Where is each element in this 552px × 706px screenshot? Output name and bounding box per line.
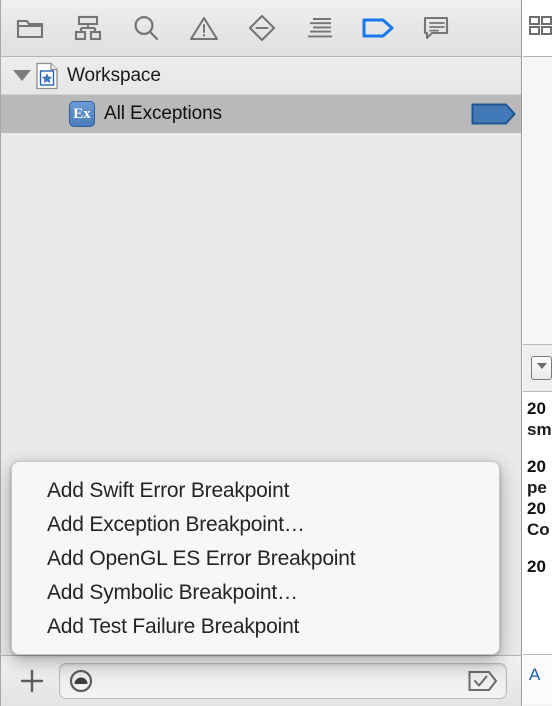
console-footer-edge: A (523, 654, 552, 704)
breakpoint-navigator-button[interactable] (349, 0, 407, 56)
debug-list-icon (305, 16, 335, 40)
folder-icon (16, 16, 44, 40)
menu-item-add-test-failure-breakpoint[interactable]: Add Test Failure Breakpoint (12, 610, 499, 644)
console-line-spacer (525, 440, 552, 456)
add-breakpoint-context-menu[interactable]: Add Swift Error Breakpoint Add Exception… (11, 461, 500, 655)
navigator-filter-bar (0, 655, 521, 706)
menu-item-add-opengl-es-error-breakpoint[interactable]: Add OpenGL ES Error Breakpoint (12, 542, 499, 576)
issue-navigator-button[interactable] (175, 0, 233, 56)
find-navigator-button[interactable] (117, 0, 175, 56)
console-line: 20 (527, 399, 546, 418)
console-line: sm (527, 420, 552, 439)
outline-item-label: All Exceptions (104, 103, 222, 124)
console-footer-text: A (529, 665, 541, 684)
menu-item-add-symbolic-breakpoint[interactable]: Add Symbolic Breakpoint… (12, 576, 499, 610)
assistant-editor-icon[interactable] (529, 15, 552, 42)
breakpoint-filter-field[interactable] (59, 663, 507, 699)
outline-group-label: Workspace (67, 64, 161, 86)
menu-item-add-exception-breakpoint[interactable]: Add Exception Breakpoint… (12, 508, 499, 542)
menu-item-add-swift-error-breakpoint[interactable]: Add Swift Error Breakpoint (12, 474, 499, 508)
debug-navigator-button[interactable] (291, 0, 349, 56)
console-line: 20 (527, 499, 546, 518)
workspace-document-icon (35, 62, 59, 90)
console-line: Co (527, 520, 550, 539)
breakpoint-arrow-icon (361, 16, 395, 40)
console-output-edge[interactable]: 20 sm 20 pe 20 Co 20 (523, 392, 552, 654)
console-line: 20 (527, 457, 546, 476)
menu-item-label: Add Swift Error Breakpoint (47, 479, 290, 502)
speech-bubble-icon (422, 15, 450, 41)
report-navigator-button[interactable] (407, 0, 465, 56)
enabled-breakpoints-filter-icon[interactable] (468, 670, 498, 692)
menu-item-label: Add Symbolic Breakpoint… (47, 581, 298, 604)
editor-toolbar-edge (523, 0, 552, 57)
menu-item-label: Add Exception Breakpoint… (47, 513, 305, 536)
symbol-navigator-button[interactable] (59, 0, 117, 56)
test-navigator-button[interactable] (233, 0, 291, 56)
diamond-minus-icon (247, 13, 277, 43)
app-window: Workspace Ex All Exceptions 20 sm 20 pe … (0, 0, 552, 706)
editor-content-edge (523, 57, 552, 345)
disclosure-triangle-icon[interactable] (11, 57, 33, 95)
console-line: 20 (527, 557, 546, 576)
warning-triangle-icon (189, 15, 219, 42)
console-scope-popup[interactable] (531, 356, 552, 380)
outline-group-workspace[interactable]: Workspace (1, 57, 521, 95)
console-line: pe (527, 478, 547, 497)
breakpoint-filter-icon[interactable] (68, 668, 94, 694)
breakpoint-enabled-marker[interactable] (471, 102, 517, 126)
hierarchy-icon (74, 15, 102, 41)
project-navigator-button[interactable] (1, 0, 59, 56)
search-icon (132, 14, 160, 42)
navigator-selector-toolbar (0, 0, 521, 57)
menu-item-label: Add Test Failure Breakpoint (47, 615, 300, 638)
editor-area-edge: 20 sm 20 pe 20 Co 20 A (523, 0, 552, 706)
chevron-down-icon (535, 359, 549, 377)
menu-item-label: Add OpenGL ES Error Breakpoint (47, 547, 356, 570)
breakpoint-filter-input[interactable] (94, 672, 468, 690)
console-line-spacer (525, 540, 552, 556)
add-breakpoint-button[interactable] (15, 664, 49, 698)
exception-badge-icon: Ex (69, 101, 95, 127)
console-jump-bar-edge (523, 345, 552, 392)
outline-item-all-exceptions[interactable]: Ex All Exceptions (1, 95, 521, 133)
